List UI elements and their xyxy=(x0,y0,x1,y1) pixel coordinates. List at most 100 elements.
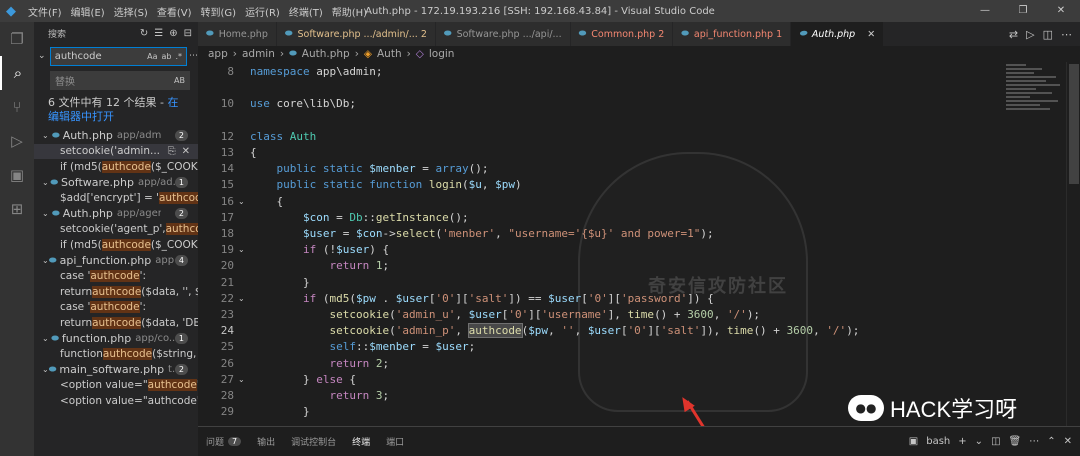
menu-go[interactable]: 转到(G) xyxy=(201,4,237,19)
result-file-item[interactable]: ⌄⬬main_software.phpt...2 xyxy=(34,362,198,378)
window-controls: — ❐ ✕ xyxy=(966,0,1080,22)
search-input[interactable]: authcode Aa ab .* xyxy=(49,46,187,66)
match-word-icon[interactable]: ab xyxy=(161,52,171,61)
code-line: $con = Db::getInstance(); xyxy=(302,210,469,224)
tab-output[interactable]: 输出 xyxy=(249,427,283,456)
result-file-item[interactable]: ⌄⬬Software.phpapp/ad...1 xyxy=(34,175,198,191)
tab-api-function-php[interactable]: ⬬ api_function.php 1 xyxy=(673,22,792,46)
tab-auth-php[interactable]: ⬬ Auth.php ✕ xyxy=(791,22,885,46)
search-icon[interactable]: ⌕ xyxy=(0,56,34,90)
chevron-down-icon[interactable]: ⌄ xyxy=(42,334,51,343)
explorer-icon[interactable]: ❐ xyxy=(0,22,34,56)
refresh-icon[interactable]: ↻ xyxy=(140,28,148,39)
result-match-item[interactable]: <option value="authcode" ... xyxy=(34,393,198,409)
remote-explorer-icon[interactable]: ▣ xyxy=(0,158,34,192)
code-line: } else { xyxy=(250,372,356,386)
source-control-icon[interactable]: ⑂ xyxy=(0,90,34,124)
minimize-icon[interactable]: — xyxy=(966,0,1004,22)
result-match-item[interactable]: setcookie('agent_p', authco xyxy=(34,222,198,238)
menu-file[interactable]: 文件(F) xyxy=(28,4,62,19)
menu-run[interactable]: 运行(R) xyxy=(245,4,280,19)
menu-help[interactable]: 帮助(H) xyxy=(332,4,367,19)
close-panel-icon[interactable]: ✕ xyxy=(1064,436,1072,447)
collapse-all-icon[interactable]: ⊟ xyxy=(184,28,192,39)
tab-problems[interactable]: 问题 7 xyxy=(198,427,249,456)
dismiss-icon[interactable]: ✕ xyxy=(182,146,190,157)
chevron-down-icon[interactable]: ⌄ xyxy=(42,209,52,218)
chevron-down-icon[interactable]: ⌄ xyxy=(42,178,50,187)
more-actions-icon[interactable]: ⋯ xyxy=(1029,436,1039,447)
preserve-case-icon[interactable]: AB xyxy=(174,76,185,85)
tab-home-php[interactable]: ⬬ Home.php xyxy=(198,22,277,46)
breadcrumb-admin[interactable]: admin xyxy=(242,48,275,60)
result-file-item[interactable]: ⌄ ⬬ function.php app/co... 1 xyxy=(34,331,198,347)
clear-results-icon[interactable]: ☰ xyxy=(154,28,163,39)
result-match-item[interactable]: function authcode($string, ... xyxy=(34,346,198,362)
result-match-item[interactable]: if (md5(authcode($_COOKI... xyxy=(34,159,198,175)
extensions-icon[interactable]: ⊞ xyxy=(0,192,34,226)
result-match-item[interactable]: if (md5(authcode($_COOKI... xyxy=(34,237,198,253)
vertical-scrollbar[interactable] xyxy=(1066,62,1080,426)
chevron-down-icon[interactable]: ⌄ xyxy=(42,365,49,374)
fold-chevron-icon[interactable]: ⌄ xyxy=(238,242,245,258)
menu-view[interactable]: 查看(V) xyxy=(157,4,192,19)
result-match-item[interactable]: setcookie('admin... ⎘ ✕ xyxy=(34,143,198,160)
run-icon[interactable]: ▷ xyxy=(1026,28,1034,41)
tab-terminal[interactable]: 终端 xyxy=(344,427,379,456)
fold-chevron-icon[interactable]: ⌄ xyxy=(238,194,245,210)
regex-icon[interactable]: .* xyxy=(175,52,182,61)
result-match-item[interactable]: <option value="authcode" ... xyxy=(34,378,198,394)
result-match-item[interactable]: case ' authcode ': xyxy=(34,300,198,316)
more-options-icon[interactable]: ⋯ xyxy=(189,51,198,61)
new-terminal-icon[interactable]: + xyxy=(958,436,966,447)
tab-debug-console[interactable]: 调试控制台 xyxy=(283,427,344,456)
chevron-down-icon[interactable]: ⌄ xyxy=(975,436,983,447)
result-file-item[interactable]: ⌄⬬Auth.phpapp/admin 2 xyxy=(34,128,198,144)
result-match-item[interactable]: $add['encrypt'] = 'authcode'; xyxy=(34,190,198,206)
fold-chevron-icon[interactable]: ⌄ xyxy=(238,291,245,307)
more-actions-icon[interactable]: ⋯ xyxy=(1061,28,1072,41)
chevron-down-icon[interactable]: ⌄ xyxy=(42,131,52,140)
tab-ports[interactable]: 端口 xyxy=(378,427,412,456)
breadcrumb-method[interactable]: login xyxy=(429,48,455,60)
run-debug-icon[interactable]: ▷ xyxy=(0,124,34,158)
new-search-editor-icon[interactable]: ⊕ xyxy=(169,28,177,39)
result-file-item[interactable]: ⌄⬬api_function.phpapp...4 xyxy=(34,253,198,269)
line-number: 18 xyxy=(220,227,234,240)
compare-icon[interactable]: ⇄ xyxy=(1009,28,1018,41)
tab-software-php-admin[interactable]: ⬬ Software.php .../admin/... 2 xyxy=(276,22,436,46)
sidebar-header: 搜索 ↻ ☰ ⊕ ⊟ xyxy=(34,22,198,44)
breadcrumb-file[interactable]: Auth.php xyxy=(302,48,350,60)
trash-icon[interactable]: 🗑 xyxy=(1009,436,1022,447)
result-match-item[interactable]: return authcode($data, 'DE... xyxy=(34,315,198,331)
tab-software-php-api[interactable]: ⬬ Software.php .../api/... xyxy=(435,22,571,46)
split-terminal-icon[interactable]: ◫ xyxy=(991,436,1000,447)
result-match-item[interactable]: case ' authcode ': xyxy=(34,268,198,284)
scrollbar-thumb[interactable] xyxy=(1069,64,1079,184)
replace-icon[interactable]: ⎘ xyxy=(168,146,176,157)
result-match-item[interactable]: return authcode($data, '', $... xyxy=(34,284,198,300)
close-icon[interactable]: ✕ xyxy=(1042,0,1080,22)
minimap[interactable] xyxy=(1006,62,1066,426)
match-text-before: if (md5( xyxy=(60,160,102,173)
breadcrumb-class[interactable]: Auth xyxy=(377,48,402,60)
method-icon: ◇ xyxy=(415,48,424,60)
menu-selection[interactable]: 选择(S) xyxy=(114,4,148,19)
maximize-panel-icon[interactable]: ⌃ xyxy=(1047,436,1055,447)
split-editor-icon[interactable]: ◫ xyxy=(1043,28,1053,41)
close-tab-icon[interactable]: ✕ xyxy=(867,29,875,40)
match-highlight: authcode xyxy=(92,316,142,329)
terminal-shell-label[interactable]: bash xyxy=(926,436,950,447)
menu-terminal[interactable]: 终端(T) xyxy=(289,4,323,19)
restore-icon[interactable]: ❐ xyxy=(1004,0,1042,22)
tab-common-php[interactable]: ⬬ Common.php 2 xyxy=(570,22,674,46)
breadcrumb-app[interactable]: app xyxy=(208,48,228,60)
match-case-icon[interactable]: Aa xyxy=(147,52,157,61)
result-file-item[interactable]: ⌄⬬Auth.phpapp/agent 2 xyxy=(34,206,198,222)
chevron-down-icon[interactable]: ⌄ xyxy=(42,256,49,265)
menu-edit[interactable]: 编辑(E) xyxy=(71,4,105,19)
fold-chevron-icon[interactable]: ⌄ xyxy=(238,372,245,388)
replace-input[interactable]: 替换 AB xyxy=(50,70,190,90)
code-editor[interactable]: 奇安信攻防社区 8 namespace app\admin; 10 use co… xyxy=(198,62,1080,426)
toggle-replace-icon[interactable]: ⌄ xyxy=(38,51,50,61)
